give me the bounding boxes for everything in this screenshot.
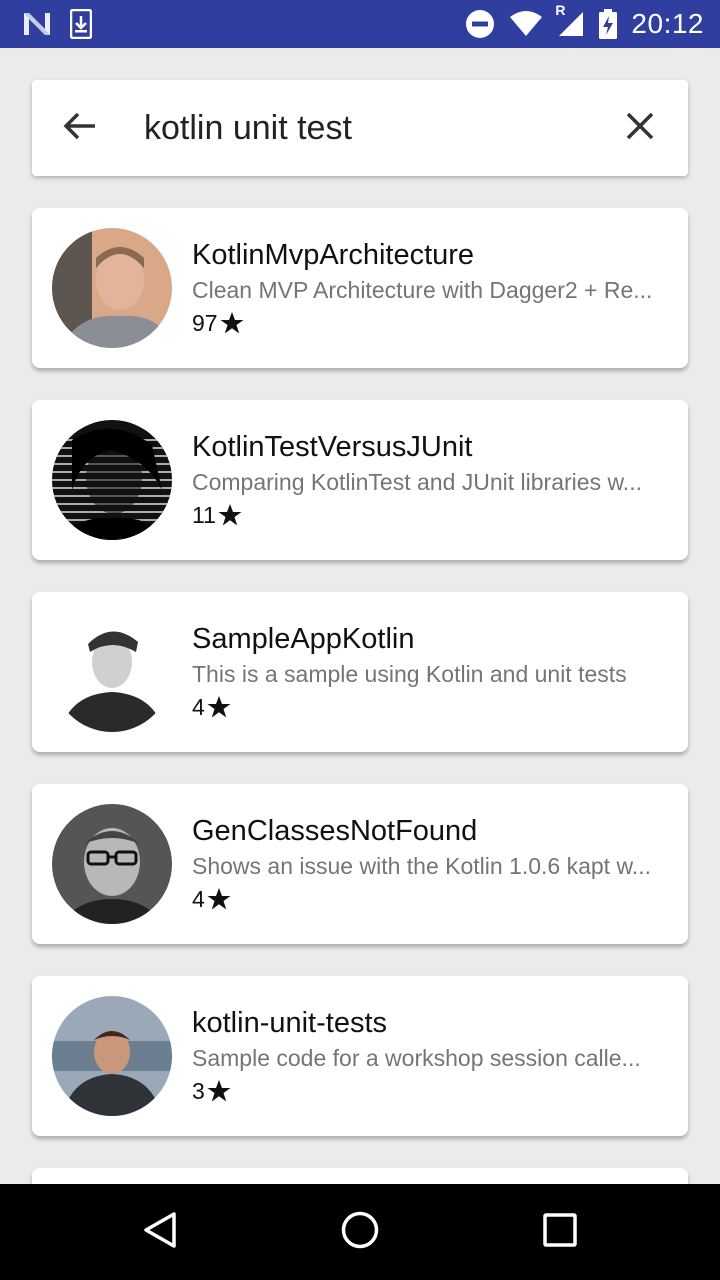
star-count: 97 <box>192 310 218 336</box>
star-count: 4 <box>192 886 205 912</box>
screen: R 20:12 kotlin unit test KotlinMvpArchit… <box>0 0 720 1280</box>
wifi-icon <box>509 10 543 38</box>
status-left <box>22 9 92 39</box>
repo-stars: 4 <box>192 883 668 915</box>
star-count: 3 <box>192 1078 205 1104</box>
nav-recents-button[interactable] <box>512 1184 608 1280</box>
repo-description: Clean MVP Architecture with Dagger2 + Re… <box>192 277 653 303</box>
avatar <box>52 996 172 1116</box>
search-input[interactable] <box>128 80 592 176</box>
search-bar <box>32 80 688 176</box>
card-text: KotlinTestVersusJUnit Comparing KotlinTe… <box>192 429 668 531</box>
signal-icon: R <box>555 2 585 38</box>
repo-description: This is a sample using Kotlin and unit t… <box>192 661 627 687</box>
repo-stars: 3 <box>192 1075 668 1107</box>
repo-description: Shows an issue with the Kotlin 1.0.6 kap… <box>192 853 651 879</box>
star-icon <box>220 311 244 335</box>
status-right: R 20:12 <box>465 2 704 40</box>
card-text: kotlin-unit-tests Sample code for a work… <box>192 1005 668 1107</box>
download-icon <box>70 9 92 39</box>
avatar <box>52 420 172 540</box>
star-icon <box>207 695 231 719</box>
roaming-indicator: R <box>555 2 566 18</box>
result-card[interactable]: kotlin-unit-tests Sample code for a work… <box>32 976 688 1136</box>
star-count: 11 <box>192 502 216 528</box>
nav-recents-icon <box>542 1212 578 1253</box>
nav-home-icon <box>340 1210 380 1255</box>
repo-name: kotlin-unit-tests <box>192 1007 388 1039</box>
repo-name: KotlinTestVersusJUnit <box>192 431 473 463</box>
close-icon <box>625 111 655 146</box>
avatar <box>52 612 172 732</box>
repo-name: GenClassesNotFound <box>192 815 478 847</box>
result-card[interactable]: KotlinMvpArchitecture Clean MVP Architec… <box>32 208 688 368</box>
arrow-back-icon <box>62 108 98 149</box>
avatar <box>52 804 172 924</box>
back-button[interactable] <box>32 80 128 176</box>
card-text: GenClassesNotFound Shows an issue with t… <box>192 813 668 915</box>
n-notification-icon <box>22 11 52 37</box>
status-time: 20:12 <box>631 8 704 39</box>
clear-search-button[interactable] <box>592 80 688 176</box>
avatar <box>52 228 172 348</box>
repo-stars: 11 <box>192 499 668 531</box>
repo-name: KotlinMvpArchitecture <box>192 239 475 271</box>
nav-home-button[interactable] <box>312 1184 408 1280</box>
star-icon <box>218 503 242 527</box>
star-icon <box>207 887 231 911</box>
card-text: KotlinMvpArchitecture Clean MVP Architec… <box>192 237 668 339</box>
nav-back-icon <box>140 1210 180 1255</box>
nav-back-button[interactable] <box>112 1184 208 1280</box>
repo-description: Sample code for a workshop session calle… <box>192 1045 641 1071</box>
repo-stars: 4 <box>192 691 668 723</box>
repo-description: Comparing KotlinTest and JUnit libraries… <box>192 469 642 495</box>
card-text: SampleAppKotlin This is a sample using K… <box>192 621 668 723</box>
result-card[interactable]: GenClassesNotFound Shows an issue with t… <box>32 784 688 944</box>
status-bar: R 20:12 <box>0 0 720 48</box>
repo-stars: 97 <box>192 307 668 339</box>
results-list: KotlinMvpArchitecture Clean MVP Architec… <box>32 208 688 1260</box>
battery-charging-icon <box>599 9 618 39</box>
do-not-disturb-icon <box>465 9 495 39</box>
result-card[interactable]: SampleAppKotlin This is a sample using K… <box>32 592 688 752</box>
star-icon <box>207 1079 231 1103</box>
navigation-bar <box>0 1184 720 1280</box>
star-count: 4 <box>192 694 205 720</box>
repo-name: SampleAppKotlin <box>192 623 415 655</box>
result-card[interactable]: KotlinTestVersusJUnit Comparing KotlinTe… <box>32 400 688 560</box>
